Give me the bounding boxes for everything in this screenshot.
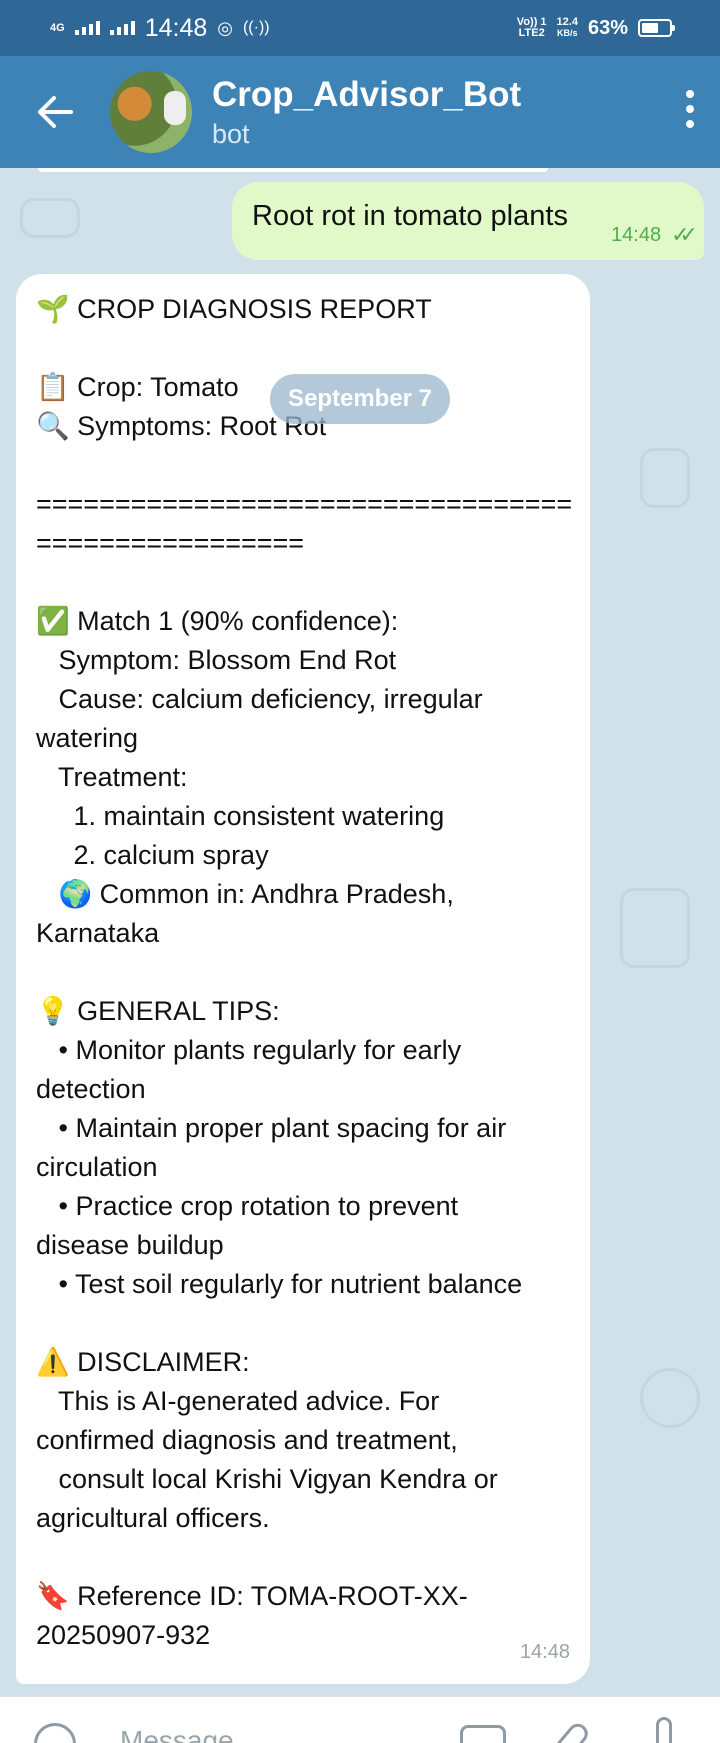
network-speed: 12.4 KB/s bbox=[557, 17, 578, 39]
report-line: ================= bbox=[36, 528, 305, 558]
report-line bbox=[36, 446, 590, 485]
battery-fill bbox=[642, 23, 659, 33]
report-line: detection bbox=[36, 1074, 146, 1104]
report-line: Cause: calcium deficiency, irregular bbox=[36, 684, 483, 714]
chat-header: Crop_Advisor_Bot bot bbox=[0, 56, 720, 168]
battery-percent: 63% bbox=[587, 16, 628, 39]
report-line bbox=[36, 1304, 590, 1343]
report-line: 💡 GENERAL TIPS: bbox=[36, 996, 280, 1026]
outgoing-message[interactable]: Root rot in tomato plants 14:48 ✓✓ bbox=[232, 182, 704, 260]
chat-area[interactable]: Root rot in tomato plants 14:48 ✓✓ 🌱 CRO… bbox=[0, 168, 720, 1696]
volte-indicator: Vo)) 1 LTE2 bbox=[517, 17, 547, 39]
outgoing-message-text: Root rot in tomato plants bbox=[252, 200, 568, 232]
background-doodle bbox=[620, 888, 690, 968]
message-input-bar: Message bbox=[0, 1696, 720, 1743]
outgoing-message-meta: 14:48 ✓✓ bbox=[611, 222, 698, 248]
report-line: ✅ Match 1 (90% confidence): bbox=[36, 606, 399, 636]
more-vertical-icon[interactable] bbox=[686, 90, 694, 128]
background-doodle bbox=[640, 448, 690, 508]
report-line: ⚠️ DISCLAIMER: bbox=[36, 1347, 250, 1377]
report-line: consult local Krishi Vigyan Kendra or bbox=[36, 1464, 498, 1494]
chat-subtitle: bot bbox=[212, 119, 250, 149]
arrow-left-icon bbox=[38, 96, 73, 128]
chat-title-block[interactable]: Crop_Advisor_Bot bot bbox=[212, 73, 521, 151]
report-line: This is AI-generated advice. For bbox=[36, 1386, 440, 1416]
report-line: Treatment: bbox=[36, 762, 188, 792]
chat-title: Crop_Advisor_Bot bbox=[212, 75, 522, 114]
report-line: watering bbox=[36, 723, 139, 753]
report-line bbox=[36, 1538, 590, 1577]
report-line: • Practice crop rotation to prevent bbox=[36, 1191, 459, 1221]
speed-unit: KB/s bbox=[557, 28, 578, 38]
signal-icon bbox=[74, 21, 100, 35]
report-line bbox=[36, 953, 590, 992]
network-type: 4G bbox=[50, 21, 65, 34]
message-input[interactable]: Message bbox=[120, 1725, 234, 1743]
report-line bbox=[36, 563, 590, 602]
report-line: ================================== bbox=[36, 489, 573, 519]
report-line: agricultural officers. bbox=[36, 1503, 270, 1533]
paperclip-icon[interactable] bbox=[548, 1719, 592, 1743]
date-separator: September 7 bbox=[270, 374, 450, 424]
speed-value: 12.4 bbox=[556, 16, 578, 28]
report-line: • Maintain proper plant spacing for air bbox=[36, 1113, 507, 1143]
clock: 14:48 bbox=[144, 13, 208, 42]
report-line: • Monitor plants regularly for early bbox=[36, 1035, 462, 1065]
report-line: 2. calcium spray bbox=[36, 840, 269, 870]
background-doodle bbox=[640, 1368, 700, 1428]
report-line: Symptom: Blossom End Rot bbox=[36, 645, 397, 675]
incoming-message[interactable]: 🌱 CROP DIAGNOSIS REPORT 📋 Crop: Tomato 🔍 S… bbox=[16, 274, 590, 1684]
microphone-icon[interactable] bbox=[656, 1717, 672, 1743]
whatsapp-icon: ◎ bbox=[217, 17, 233, 38]
incoming-message-time: 14:48 bbox=[519, 1641, 570, 1663]
report-body: 🌱 CROP DIAGNOSIS REPORT 📋 Crop: Tomato 🔍 S… bbox=[36, 290, 590, 1655]
report-line: 20250907-932 bbox=[36, 1620, 211, 1650]
report-line: 1. maintain consistent watering bbox=[36, 801, 445, 831]
report-line: • Test soil regularly for nutrient balan… bbox=[36, 1269, 523, 1299]
report-line bbox=[36, 329, 590, 368]
report-line: confirmed diagnosis and treatment, bbox=[36, 1425, 458, 1455]
previous-message-bubble bbox=[38, 168, 548, 172]
battery-icon bbox=[638, 19, 675, 37]
smile-icon[interactable] bbox=[34, 1723, 76, 1743]
report-line: 🌍 Common in: Andhra Pradesh, bbox=[36, 879, 454, 909]
report-line: 🌱 CROP DIAGNOSIS REPORT bbox=[36, 294, 432, 324]
camera-icon[interactable] bbox=[460, 1725, 506, 1743]
report-line: 🔖 Reference ID: TOMA-ROOT-XX- bbox=[36, 1581, 468, 1611]
back-button[interactable] bbox=[0, 56, 110, 168]
report-line: circulation bbox=[36, 1152, 158, 1182]
report-line: Karnataka bbox=[36, 918, 160, 948]
status-bar: 4G 14:48 ◎ ((·)) Vo)) 1 LTE2 12.4 KB/s 6… bbox=[0, 0, 720, 56]
background-doodle bbox=[20, 198, 80, 238]
double-check-icon: ✓✓ bbox=[671, 222, 698, 247]
outgoing-message-time: 14:48 bbox=[611, 223, 662, 246]
hotspot-icon: ((·)) bbox=[242, 19, 270, 36]
avatar[interactable] bbox=[110, 71, 192, 153]
signal-icon-2 bbox=[109, 21, 135, 35]
report-line: disease buildup bbox=[36, 1230, 224, 1260]
lte-label: LTE2 bbox=[518, 27, 545, 39]
